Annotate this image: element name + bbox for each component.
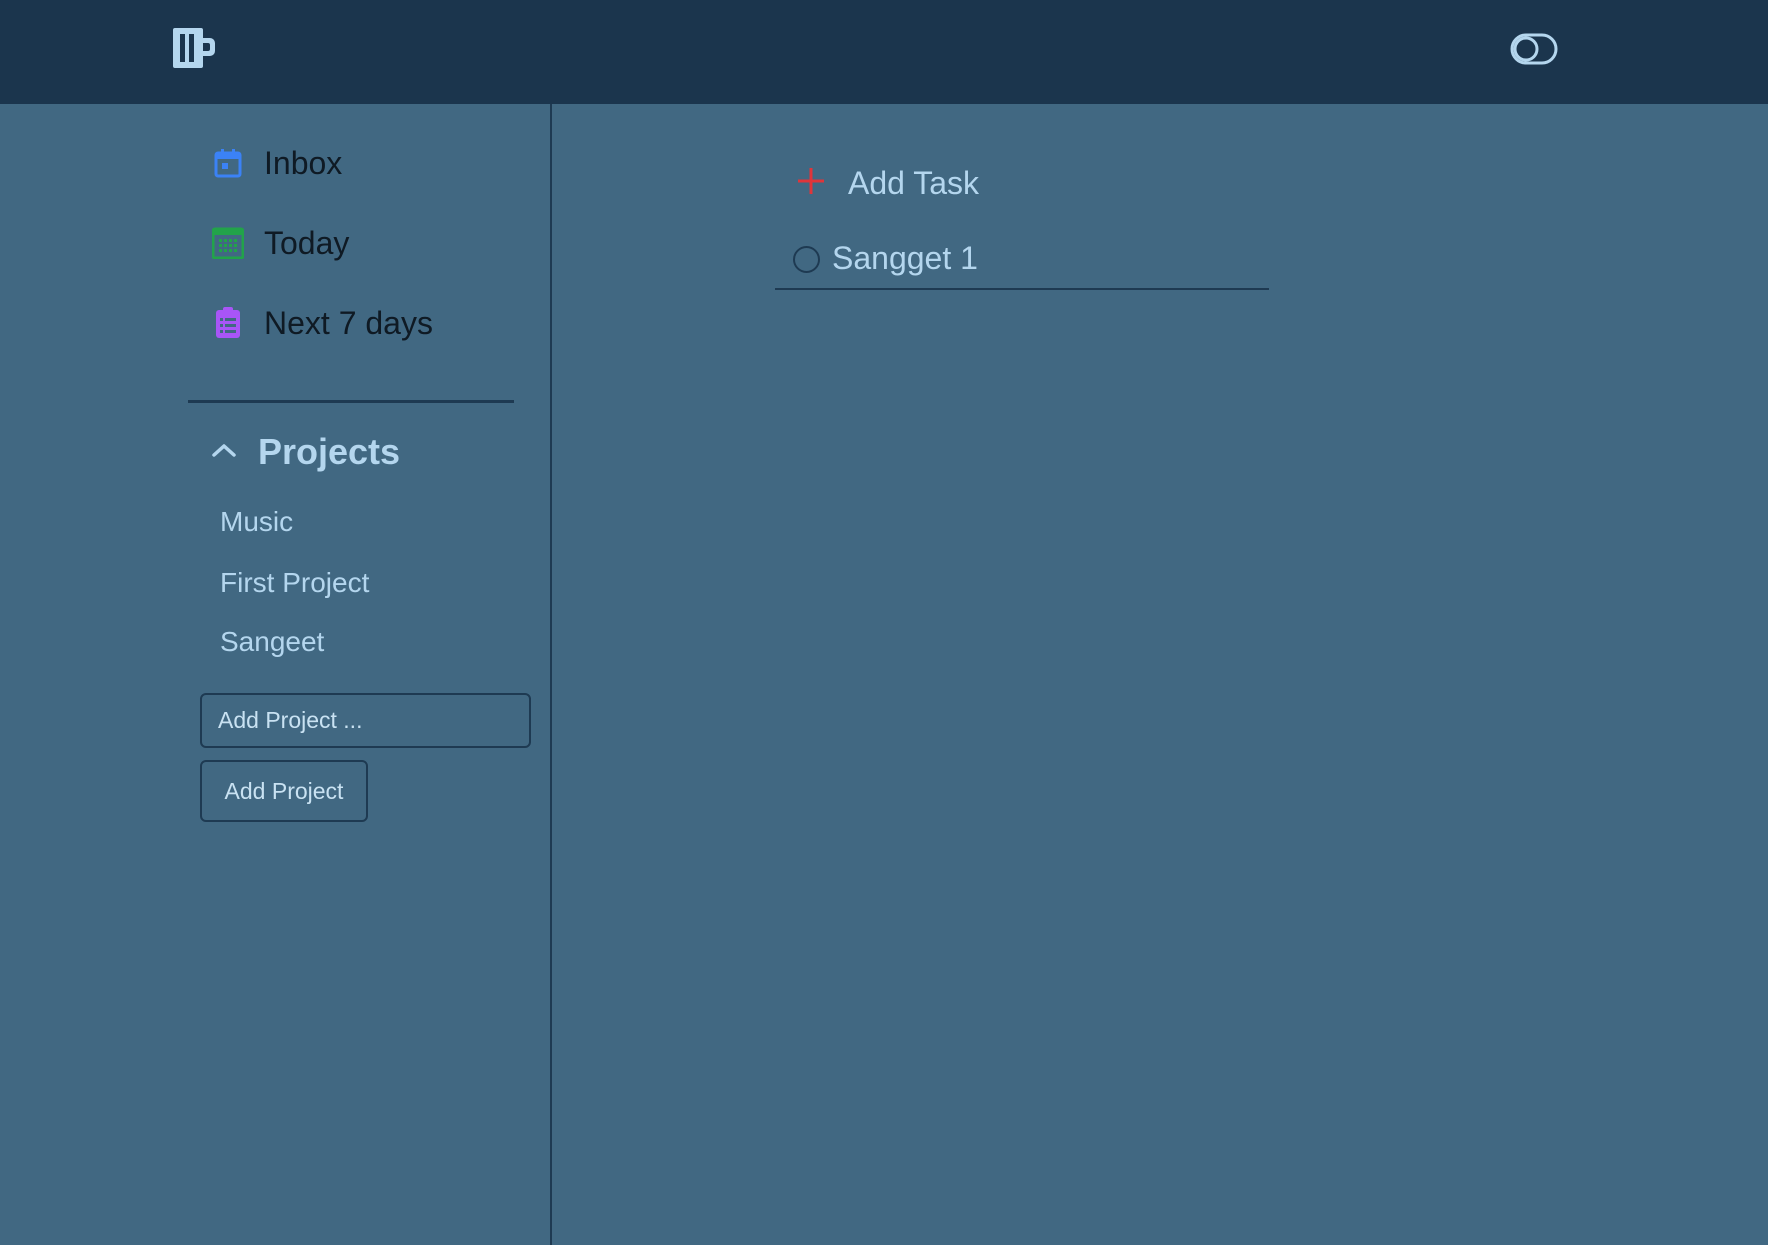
theme-toggle-button[interactable]: [1510, 33, 1558, 65]
sidebar: Inbox Today Next 7 days Projects Music F…: [0, 104, 552, 1245]
sidebar-item-today[interactable]: Today: [212, 221, 349, 265]
beer-mug-icon[interactable]: [172, 26, 218, 70]
sidebar-item-inbox[interactable]: Inbox: [212, 141, 342, 185]
sidebar-divider: [188, 400, 514, 403]
add-project-button[interactable]: Add Project: [200, 760, 368, 822]
sidebar-item-label: Today: [264, 224, 350, 261]
task-label: Sangget 1: [832, 240, 978, 276]
sidebar-item-next-7-days[interactable]: Next 7 days: [212, 301, 433, 345]
sidebar-item-label: Inbox: [264, 144, 343, 181]
plus-icon: [796, 166, 826, 201]
calendar-grid-icon: [212, 227, 244, 259]
top-header: [0, 0, 1768, 104]
task-row: Sangget 1: [775, 226, 1269, 290]
project-item-music[interactable]: Music: [220, 506, 293, 538]
sidebar-item-label: Next 7 days: [264, 304, 433, 341]
project-item-first-project[interactable]: First Project: [220, 567, 369, 599]
chevron-up-icon: [210, 440, 238, 465]
add-project-input[interactable]: [200, 693, 531, 748]
projects-toggle[interactable]: Projects: [210, 424, 400, 480]
projects-title: Projects: [258, 431, 401, 472]
app-window: Inbox Today Next 7 days Projects Music F…: [0, 0, 1768, 1245]
project-item-sangeet[interactable]: Sangeet: [220, 626, 324, 658]
add-task-button[interactable]: Add Task: [796, 158, 979, 208]
clipboard-list-icon: [212, 307, 244, 339]
task-checkbox[interactable]: [793, 246, 820, 273]
add-task-label: Add Task: [848, 164, 980, 201]
calendar-icon: [212, 147, 244, 179]
